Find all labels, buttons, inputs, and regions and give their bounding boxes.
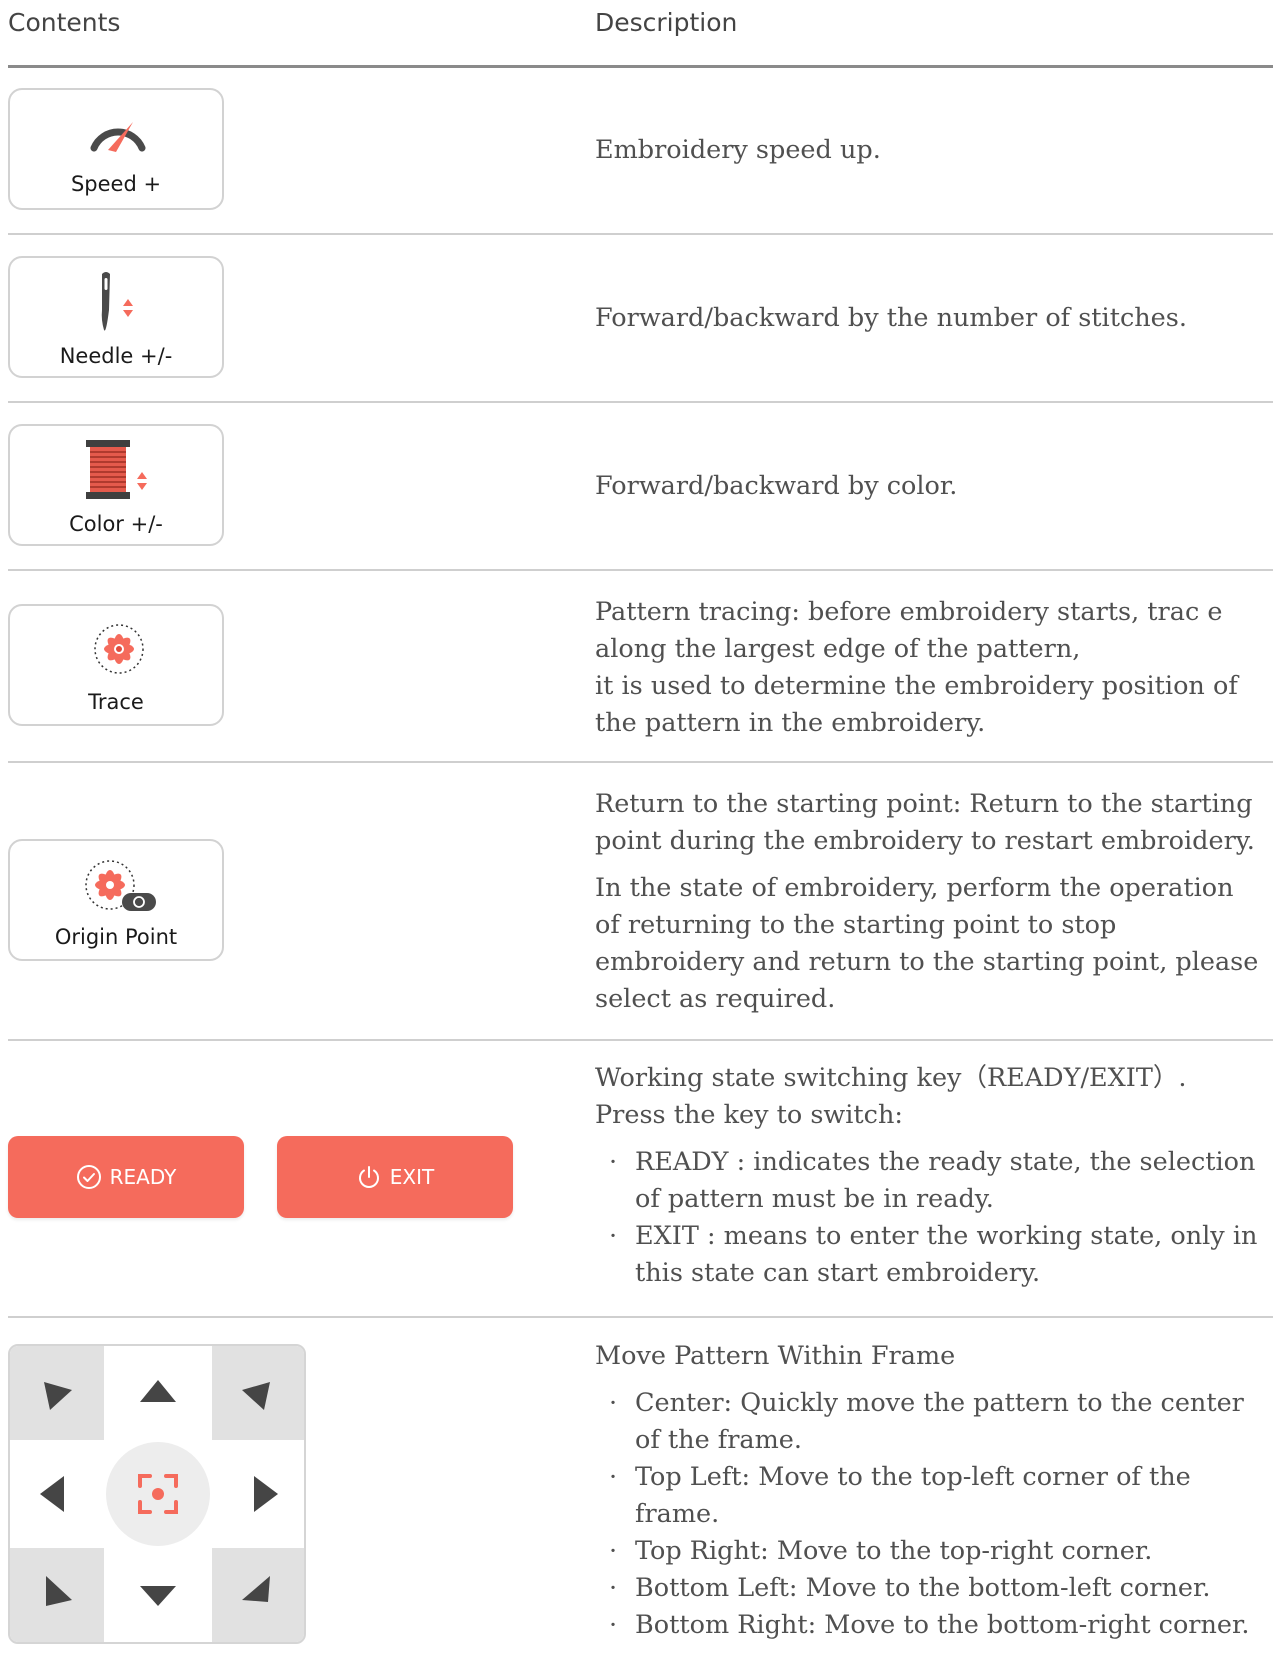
row-divider	[8, 401, 1273, 403]
move-center-button[interactable]	[104, 1440, 212, 1548]
list-item: · EXIT : means to enter the working stat…	[609, 1221, 1258, 1288]
row-divider	[8, 569, 1273, 571]
exit-button-label: EXIT	[389, 1165, 435, 1189]
speed-plus-button[interactable]: Speed +	[8, 88, 224, 210]
speedometer-icon	[90, 122, 146, 152]
column-header-description: Description	[595, 8, 738, 37]
row-divider	[8, 1316, 1273, 1318]
arrow-bottom-left-icon	[46, 1576, 72, 1606]
column-header-contents: Contents	[8, 8, 121, 37]
list-item: · Bottom Left: Move to the bottom-left c…	[609, 1573, 1211, 1603]
trace-button[interactable]: Trace	[8, 604, 224, 726]
move-top-left-button[interactable]	[10, 1346, 104, 1440]
arrow-right-icon	[254, 1476, 278, 1512]
header-divider	[8, 65, 1273, 68]
check-circle-icon	[76, 1165, 101, 1189]
list-item: · READY : indicates the ready state, the…	[609, 1147, 1256, 1214]
list-item: · Top Left: Move to the top-left corner …	[609, 1462, 1191, 1529]
origin-point-button[interactable]: Origin Point	[8, 839, 224, 961]
move-bottom-right-button[interactable]	[212, 1548, 304, 1642]
arrow-up-icon	[140, 1380, 176, 1402]
color-plus-minus-label: Color +/-	[69, 512, 163, 536]
move-down-button[interactable]	[104, 1548, 212, 1642]
exit-button[interactable]: EXIT	[277, 1136, 513, 1218]
ready-button[interactable]: READY	[8, 1136, 244, 1218]
flower-pattern-icon	[94, 624, 144, 674]
list-item: · Bottom Right: Move to the bottom-right…	[609, 1610, 1250, 1640]
move-left-button[interactable]	[10, 1440, 104, 1548]
move-right-button[interactable]	[212, 1440, 304, 1548]
direction-pad	[8, 1344, 306, 1644]
arrow-down-icon	[140, 1586, 176, 1606]
trace-description: Pattern tracing: before embroidery start…	[595, 597, 1238, 738]
needle-plus-minus-button[interactable]: Needle +/-	[8, 256, 224, 378]
move-pattern-description: Move Pattern Within Frame · Center: Quic…	[595, 1338, 1267, 1644]
focus-center-icon	[106, 1442, 210, 1546]
list-item: · Top Right: Move to the top-right corne…	[609, 1536, 1153, 1566]
row-divider	[8, 761, 1273, 763]
arrow-left-icon	[40, 1476, 64, 1512]
trace-label: Trace	[88, 690, 144, 714]
color-plus-minus-button[interactable]: Color +/-	[8, 424, 224, 546]
arrow-top-left-icon	[44, 1382, 72, 1410]
speed-plus-description: Embroidery speed up.	[595, 135, 881, 165]
origin-point-description: Return to the starting point: Return to …	[595, 789, 1259, 1014]
ready-exit-description: Working state switching key（READY/EXIT）.…	[595, 1060, 1267, 1292]
arrow-top-right-icon	[242, 1382, 270, 1410]
row-divider	[8, 233, 1273, 235]
origin-point-label: Origin Point	[54, 925, 178, 949]
power-icon	[358, 1166, 379, 1188]
move-bottom-left-button[interactable]	[10, 1548, 104, 1642]
list-item: · Center: Quickly move the pattern to th…	[609, 1388, 1244, 1455]
needle-icon	[101, 272, 133, 331]
thread-spool-icon	[86, 440, 147, 499]
row-divider	[8, 1039, 1273, 1041]
move-up-button[interactable]	[104, 1346, 212, 1440]
arrow-bottom-right-icon	[242, 1576, 270, 1602]
move-top-right-button[interactable]	[212, 1346, 304, 1440]
speed-plus-label: Speed +	[70, 172, 162, 196]
needle-plus-minus-description: Forward/backward by the number of stitch…	[595, 303, 1187, 333]
needle-plus-minus-label: Needle +/-	[59, 344, 173, 368]
color-plus-minus-description: Forward/backward by color.	[595, 471, 958, 501]
ready-button-label: READY	[109, 1165, 177, 1189]
flower-origin-icon	[85, 860, 156, 911]
